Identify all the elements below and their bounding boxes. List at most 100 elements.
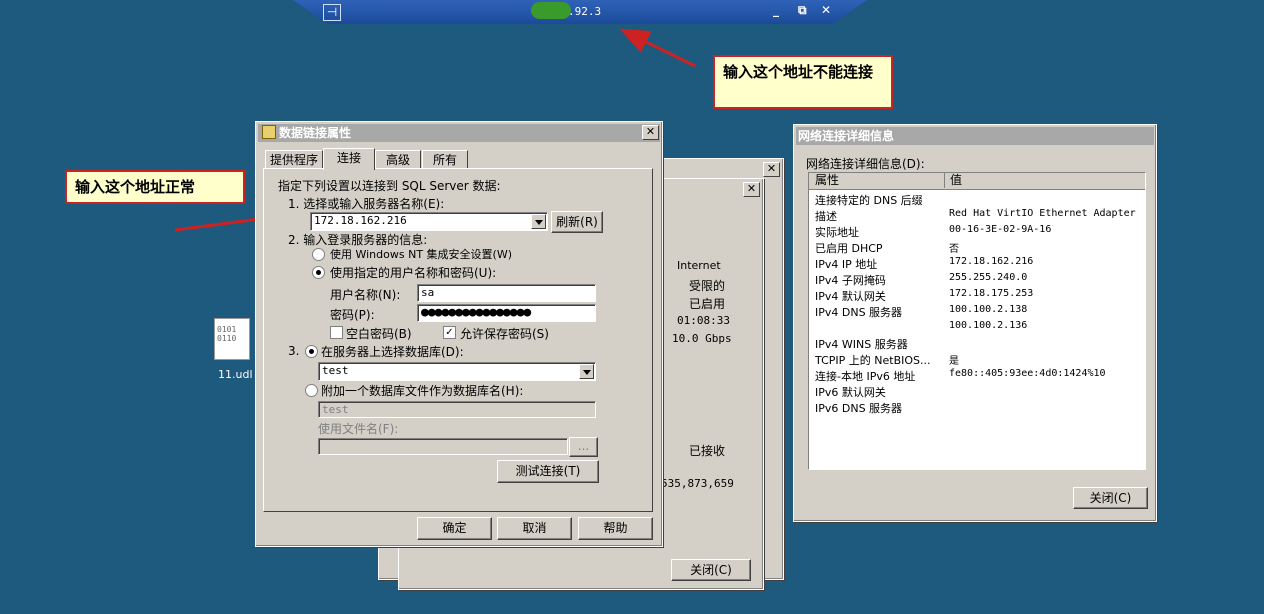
received-value: 535,873,659 bbox=[661, 477, 734, 490]
row-value: 是 bbox=[949, 356, 959, 367]
ok-button[interactable]: 确定 bbox=[417, 517, 492, 540]
dialog-title: 数据链接属性 bbox=[279, 126, 352, 140]
tab-provider[interactable]: 提供程序 bbox=[265, 150, 323, 169]
duration-value: 01:08:33 bbox=[677, 314, 730, 327]
table-row[interactable]: IPv4 WINS 服务器 bbox=[815, 336, 1141, 352]
note-bad-address: 输入这个地址不能连接 bbox=[713, 55, 893, 109]
table-row[interactable]: IPv4 IP 地址 172.18.162.216 bbox=[815, 256, 1141, 272]
network-details-window: 网络连接详细信息 网络连接详细信息(D): 属性 值 连接特定的 DNS 后缀描… bbox=[793, 124, 1157, 522]
row-property: IPv6 DNS 服务器 bbox=[815, 402, 903, 415]
netinfo-header: 属性 值 bbox=[809, 173, 1145, 190]
row-value: 100.100.2.136 bbox=[949, 320, 1028, 331]
database-select[interactable]: test bbox=[318, 362, 596, 381]
user-password-label: 使用指定的用户名称和密码(U): bbox=[330, 266, 497, 280]
dialog-title-bar: 数据链接属性 bbox=[258, 124, 660, 142]
row-value: 255.255.240.0 bbox=[949, 272, 1028, 283]
connectivity-limited: 受限的 bbox=[689, 279, 726, 293]
close-icon[interactable]: ✕ bbox=[763, 162, 780, 177]
nt-security-label: 使用 Windows NT 集成安全设置(W) bbox=[330, 248, 512, 261]
chevron-down-icon[interactable] bbox=[579, 364, 594, 379]
allow-save-password-label: 允许保存密码(S) bbox=[460, 327, 549, 341]
row-property: 实际地址 bbox=[815, 226, 859, 239]
row-value: 00-16-3E-02-9A-16 bbox=[949, 224, 1052, 235]
netinfo-close-button[interactable]: 关闭(C) bbox=[1073, 487, 1148, 509]
tab-advanced[interactable]: 高级 bbox=[375, 150, 421, 169]
table-row[interactable]: IPv4 子网掩码 255.255.240.0 bbox=[815, 272, 1141, 288]
password-input[interactable]: ●●●●●●●●●●●●●●●● bbox=[417, 304, 596, 322]
blank-password-checkbox[interactable] bbox=[330, 326, 343, 339]
allow-save-password-checkbox[interactable]: ✓ bbox=[443, 326, 456, 339]
row-property: IPv4 默认网关 bbox=[815, 290, 886, 303]
table-row[interactable]: IPv6 默认网关 bbox=[815, 384, 1141, 400]
table-row[interactable]: TCPIP 上的 NetBIOS... 是 bbox=[815, 352, 1141, 368]
table-row[interactable]: IPv4 默认网关 172.18.175.253 bbox=[815, 288, 1141, 304]
tab-all[interactable]: 所有 bbox=[422, 150, 468, 169]
note-good-address: 输入这个地址正常 bbox=[65, 170, 245, 204]
netinfo-title: 网络连接详细信息 bbox=[796, 127, 1154, 145]
desktop-icon-label: 11.udl bbox=[218, 368, 253, 381]
table-row[interactable]: 连接-本地 IPv6 地址 fe80::405:93ee:4d0:1424%10 bbox=[815, 368, 1141, 384]
refresh-button[interactable]: 刷新(R) bbox=[551, 211, 603, 233]
dialog-app-icon bbox=[262, 125, 276, 139]
row-property: 已启用 DHCP bbox=[815, 242, 883, 255]
row-property: IPv6 默认网关 bbox=[815, 386, 886, 399]
arrow-to-address bbox=[619, 28, 696, 68]
row-value: 否 bbox=[949, 244, 959, 255]
browse-button[interactable]: ... bbox=[569, 437, 598, 457]
username-label: 用户名称(N): bbox=[330, 288, 401, 302]
user-password-radio[interactable] bbox=[312, 266, 325, 279]
tab-connection[interactable]: 连接 bbox=[323, 148, 375, 170]
select-database-radio[interactable] bbox=[305, 345, 318, 358]
row-property: IPv4 DNS 服务器 bbox=[815, 306, 903, 319]
row-property: 连接特定的 DNS 后缀 bbox=[815, 194, 923, 207]
select-database-label: 在服务器上选择数据库(D): bbox=[321, 345, 464, 359]
column-value[interactable]: 值 bbox=[946, 173, 1145, 188]
blank-password-label: 空白密码(B) bbox=[346, 327, 412, 341]
table-row[interactable]: 连接特定的 DNS 后缀 bbox=[815, 192, 1141, 208]
cancel-button[interactable]: 取消 bbox=[497, 517, 572, 540]
step1-label: 1. 选择或输入服务器名称(E): bbox=[288, 197, 445, 211]
row-property: IPv4 WINS 服务器 bbox=[815, 338, 908, 351]
help-button[interactable]: 帮助 bbox=[578, 517, 653, 540]
close-button[interactable]: 关闭(C) bbox=[671, 559, 751, 581]
file-name-input[interactable] bbox=[318, 438, 568, 455]
table-row[interactable]: 描述 Red Hat VirtIO Ethernet Adapter bbox=[815, 208, 1141, 224]
row-value: 172.18.175.253 bbox=[949, 288, 1034, 299]
received-label: 已接收 bbox=[689, 444, 726, 458]
attach-database-radio[interactable] bbox=[305, 384, 318, 397]
column-property[interactable]: 属性 bbox=[809, 173, 945, 188]
password-label: 密码(P): bbox=[330, 308, 375, 322]
username-input[interactable]: sa bbox=[417, 284, 596, 302]
speed-value: 10.0 Gbps bbox=[672, 332, 732, 345]
table-row[interactable]: IPv4 DNS 服务器 100.100.2.138 bbox=[815, 304, 1141, 320]
row-property: IPv4 子网掩码 bbox=[815, 274, 886, 287]
intro-text: 指定下列设置以连接到 SQL Server 数据: bbox=[278, 179, 501, 193]
nt-security-radio[interactable] bbox=[312, 248, 325, 261]
attach-database-input[interactable]: test bbox=[318, 401, 596, 418]
row-value: 100.100.2.138 bbox=[949, 304, 1028, 315]
netinfo-list[interactable]: 属性 值 连接特定的 DNS 后缀 描述 Red Hat VirtIO Ethern… bbox=[808, 172, 1146, 470]
row-value: Red Hat VirtIO Ethernet Adapter bbox=[949, 208, 1136, 219]
netinfo-caption: 网络连接详细信息(D): bbox=[806, 157, 925, 171]
row-property: 描述 bbox=[815, 210, 837, 223]
row-property: TCPIP 上的 NetBIOS... bbox=[815, 354, 931, 367]
close-icon[interactable]: ✕ bbox=[743, 182, 760, 197]
row-property: IPv4 IP 地址 bbox=[815, 258, 878, 271]
file-name-label: 使用文件名(F): bbox=[318, 422, 399, 436]
test-connection-button[interactable]: 测试连接(T) bbox=[497, 460, 599, 483]
connectivity-value: Internet bbox=[677, 259, 721, 272]
row-property: 连接-本地 IPv6 地址 bbox=[815, 370, 916, 383]
server-name-input[interactable]: 172.18.162.216 bbox=[310, 212, 548, 231]
table-row[interactable]: IPv6 DNS 服务器 bbox=[815, 400, 1141, 416]
row-value: 172.18.162.216 bbox=[949, 256, 1034, 267]
table-row[interactable]: 100.100.2.136 bbox=[815, 320, 1141, 336]
close-icon[interactable]: ✕ bbox=[642, 125, 659, 140]
chevron-down-icon[interactable] bbox=[531, 214, 546, 229]
media-state: 已启用 bbox=[689, 297, 726, 311]
udl-file-icon[interactable]: 0101 0110 bbox=[210, 318, 256, 364]
attach-database-label: 附加一个数据库文件作为数据库名(H): bbox=[321, 384, 524, 398]
step3-label: 3. bbox=[288, 344, 300, 358]
table-row[interactable]: 实际地址 00-16-3E-02-9A-16 bbox=[815, 224, 1141, 240]
row-value: fe80::405:93ee:4d0:1424%10 bbox=[949, 368, 1106, 379]
table-row[interactable]: 已启用 DHCP 否 bbox=[815, 240, 1141, 256]
